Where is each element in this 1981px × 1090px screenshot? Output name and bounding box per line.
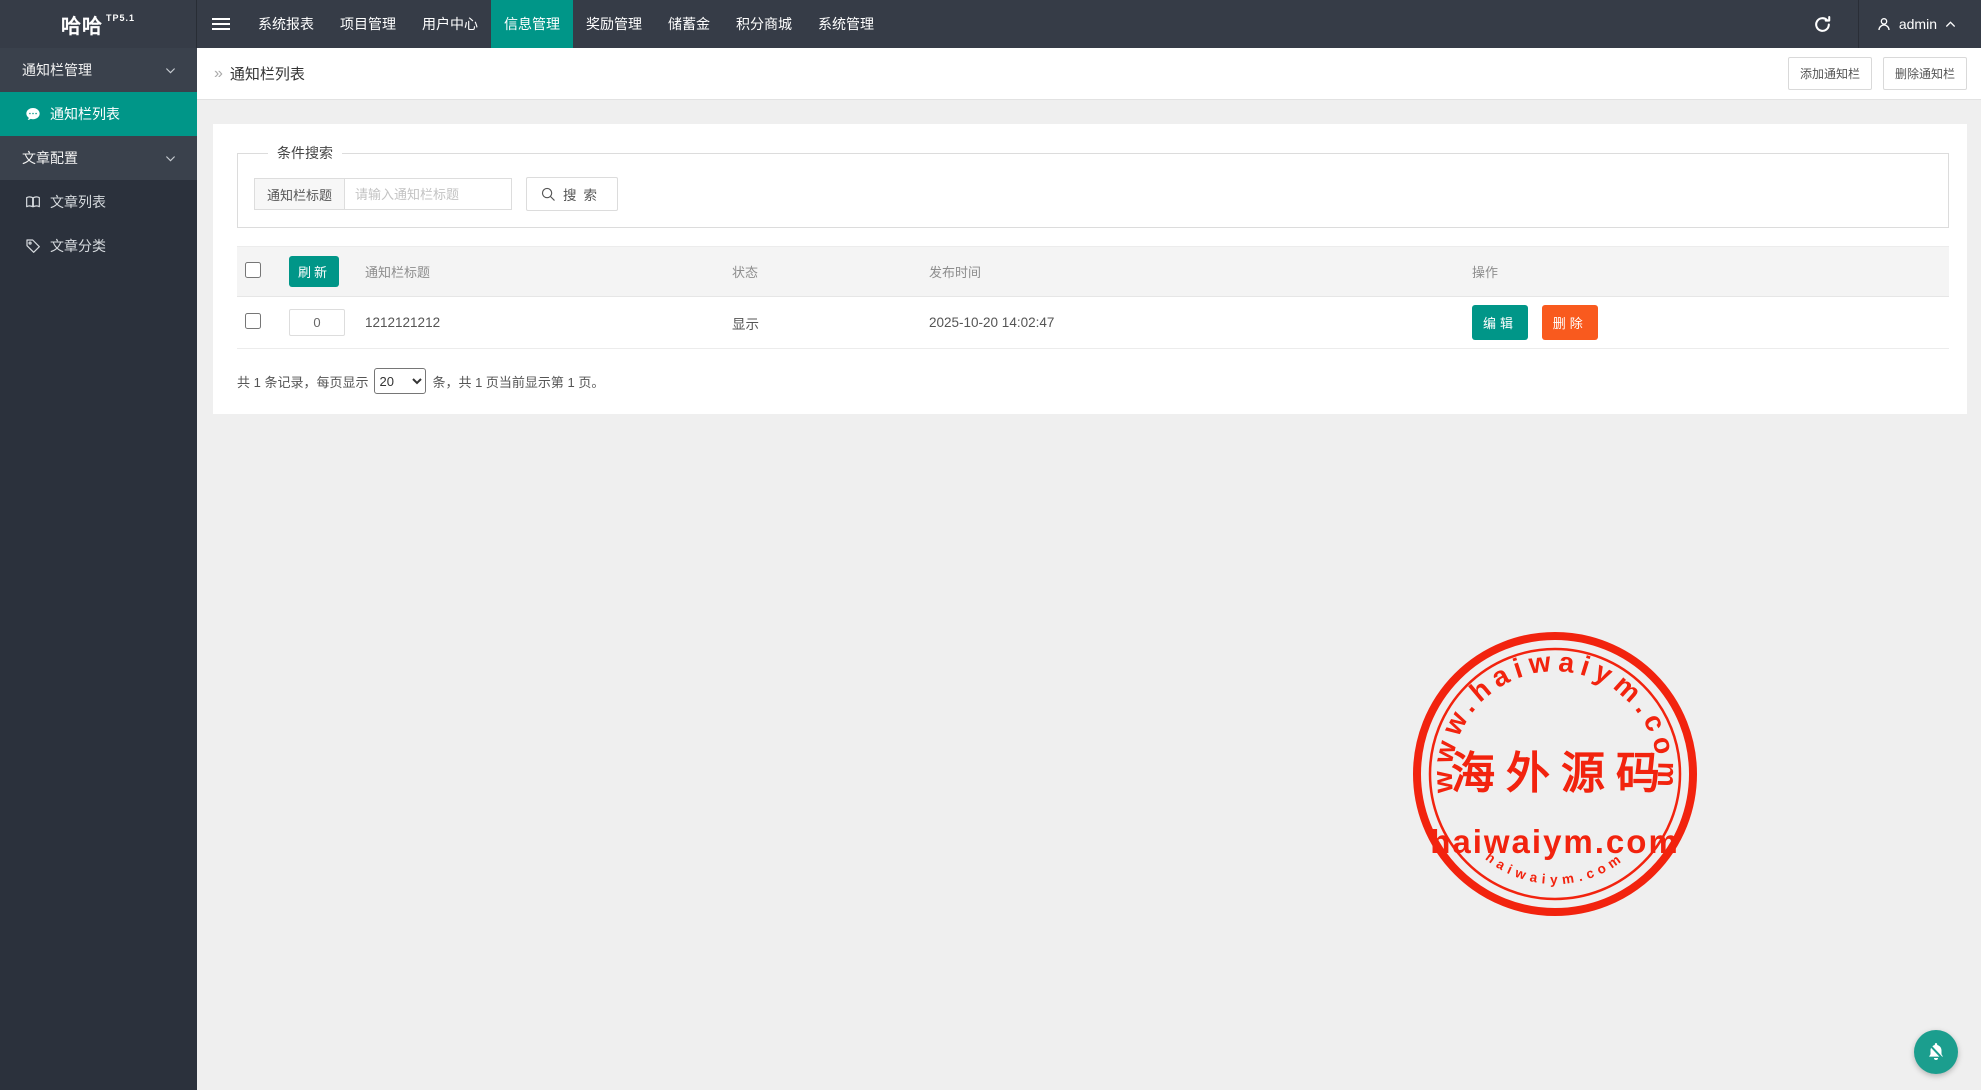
- sidebar-group-label: 通知栏管理: [22, 60, 92, 80]
- pagination-prefix: 共 1 条记录，每页显示: [237, 372, 368, 391]
- table-row: 1212121212 显示 2025-10-20 14:02:47 编辑 删除: [237, 297, 1949, 349]
- book-icon: [25, 194, 41, 210]
- sort-input[interactable]: [289, 309, 345, 336]
- notice-list-card: 条件搜索 通知栏标题 搜索 刷新 通知栏标题: [213, 124, 1967, 414]
- username: admin: [1899, 16, 1937, 32]
- topbar-spacer: [887, 0, 1788, 48]
- column-header-time: 发布时间: [921, 247, 1464, 297]
- search-button-label: 搜索: [563, 184, 604, 204]
- magnifier-icon: [540, 186, 557, 203]
- title-input-group: 通知栏标题: [254, 178, 512, 210]
- topnav-item-reports[interactable]: 系统报表: [245, 0, 327, 48]
- edit-button[interactable]: 编辑: [1472, 305, 1528, 340]
- column-header-status: 状态: [724, 247, 921, 297]
- breadcrumb-arrow-icon: »: [214, 65, 223, 83]
- chevron-down-icon: [164, 152, 177, 165]
- comment-icon: [25, 106, 41, 122]
- select-all-checkbox[interactable]: [245, 262, 261, 278]
- sidebar: 通知栏管理 通知栏列表 文章配置 文章列表 文章分类: [0, 48, 197, 1090]
- sidebar-item-article-list[interactable]: 文章列表: [0, 180, 197, 224]
- app-title: 哈哈: [61, 10, 103, 39]
- chevron-up-icon: [1944, 18, 1957, 31]
- notice-title-input[interactable]: [344, 178, 512, 210]
- app-logo: 哈哈TP5.1: [0, 0, 197, 48]
- status-badge[interactable]: 显示: [724, 297, 921, 349]
- tag-icon: [25, 238, 41, 254]
- sidebar-item-article-category[interactable]: 文章分类: [0, 224, 197, 268]
- column-header-title: 通知栏标题: [357, 247, 724, 297]
- topnav-item-users[interactable]: 用户中心: [409, 0, 491, 48]
- search-row: 通知栏标题 搜索: [254, 177, 1932, 211]
- page-size-select[interactable]: 20: [374, 368, 426, 394]
- add-notice-button[interactable]: 添加通知栏: [1788, 57, 1872, 90]
- pagination-suffix: 条，共 1 页当前显示第 1 页。: [432, 372, 604, 391]
- cell-notice-title: 1212121212: [357, 297, 724, 349]
- topnav-item-rewards[interactable]: 奖励管理: [573, 0, 655, 48]
- title-field-label: 通知栏标题: [254, 178, 344, 210]
- sidebar-item-label: 文章分类: [50, 236, 106, 256]
- refresh-button[interactable]: [1788, 0, 1858, 48]
- sidebar-group-article[interactable]: 文章配置: [0, 136, 197, 180]
- pagination: 共 1 条记录，每页显示 20 条，共 1 页当前显示第 1 页。: [237, 368, 1949, 394]
- app-version-badge: TP5.1: [106, 13, 135, 23]
- topnav-item-system[interactable]: 系统管理: [805, 0, 887, 48]
- bell-off-icon: [1925, 1041, 1947, 1063]
- main-content: » 通知栏列表 添加通知栏 删除通知栏 条件搜索 通知栏标题 搜索: [197, 48, 1981, 1090]
- notice-table: 刷新 通知栏标题 状态 发布时间 操作 1212121212 显示 2025-1…: [237, 246, 1949, 349]
- chevron-down-icon: [164, 64, 177, 77]
- user-menu[interactable]: admin: [1858, 0, 1981, 48]
- topnav-item-savings[interactable]: 储蓄金: [655, 0, 723, 48]
- hamburger-icon: [212, 18, 230, 20]
- sidebar-group-notice[interactable]: 通知栏管理: [0, 48, 197, 92]
- table-refresh-button[interactable]: 刷新: [289, 256, 339, 287]
- topnav-item-projects[interactable]: 项目管理: [327, 0, 409, 48]
- search-legend: 条件搜索: [268, 143, 342, 163]
- refresh-icon: [1813, 15, 1832, 34]
- top-navigation: 系统报表 项目管理 用户中心 信息管理 奖励管理 储蓄金 积分商城 系统管理: [245, 0, 887, 48]
- row-checkbox[interactable]: [245, 313, 261, 329]
- breadcrumb-bar: » 通知栏列表 添加通知栏 删除通知栏: [197, 48, 1981, 100]
- person-icon: [1876, 16, 1892, 32]
- column-header-actions: 操作: [1464, 247, 1949, 297]
- table-header-row: 刷新 通知栏标题 状态 发布时间 操作: [237, 247, 1949, 297]
- sidebar-toggle-button[interactable]: [197, 0, 245, 48]
- sidebar-item-label: 通知栏列表: [50, 104, 120, 124]
- notification-toggle-fab[interactable]: [1914, 1030, 1958, 1074]
- sidebar-group-label: 文章配置: [22, 148, 78, 168]
- search-button[interactable]: 搜索: [526, 177, 618, 211]
- search-fieldset: 条件搜索 通知栏标题 搜索: [237, 143, 1949, 228]
- topnav-item-info[interactable]: 信息管理: [491, 0, 573, 48]
- page-title: 通知栏列表: [230, 63, 305, 84]
- sidebar-item-notice-list[interactable]: 通知栏列表: [0, 92, 197, 136]
- delete-button[interactable]: 删除: [1542, 305, 1598, 340]
- page-actions: 添加通知栏 删除通知栏: [1788, 57, 1967, 90]
- topbar: 哈哈TP5.1 系统报表 项目管理 用户中心 信息管理 奖励管理 储蓄金 积分商…: [0, 0, 1981, 48]
- sidebar-item-label: 文章列表: [50, 192, 106, 212]
- topnav-item-mall[interactable]: 积分商城: [723, 0, 805, 48]
- delete-notice-button[interactable]: 删除通知栏: [1883, 57, 1967, 90]
- cell-publish-time: 2025-10-20 14:02:47: [921, 297, 1464, 349]
